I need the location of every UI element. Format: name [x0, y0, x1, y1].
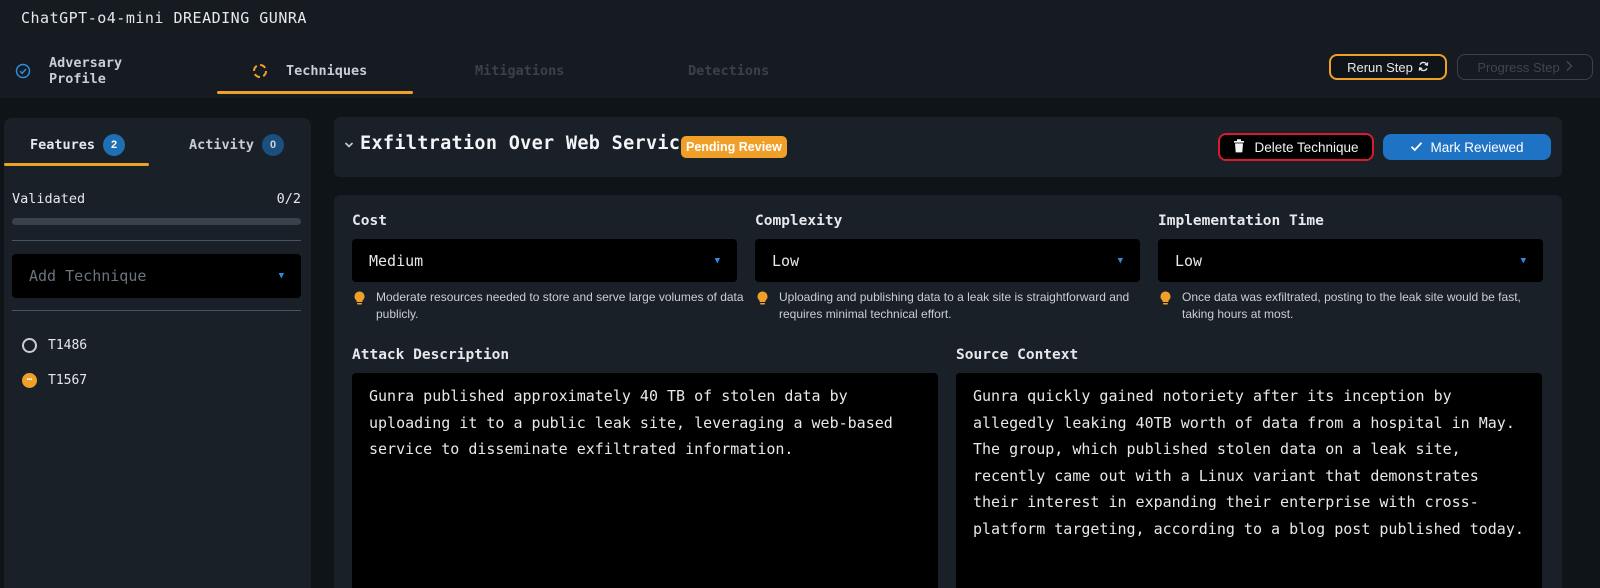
- rerun-step-button[interactable]: Rerun Step: [1329, 54, 1447, 80]
- cost-hint: Moderate resources needed to store and s…: [354, 289, 744, 323]
- tab-detections[interactable]: Detections: [688, 44, 769, 98]
- implementation-time-select[interactable]: Low ▼: [1158, 239, 1543, 282]
- caret-down-icon: ▼: [1117, 255, 1123, 266]
- active-tab-indicator: [217, 91, 413, 94]
- trash-icon: [1233, 138, 1245, 156]
- tab-mitigations[interactable]: Mitigations: [475, 44, 564, 98]
- chevron-down-icon[interactable]: [344, 138, 354, 152]
- source-context-textarea: Gunra quickly gained notoriety after its…: [956, 373, 1542, 588]
- loading-spinner-icon: [252, 63, 268, 79]
- complexity-label: Complexity: [755, 213, 843, 229]
- status-empty-circle-icon: [22, 338, 37, 353]
- technique-details: Cost Medium ▼ Moderate resources needed …: [334, 195, 1562, 588]
- checkmark-icon: [1410, 140, 1423, 155]
- status-pending-icon: ⋯: [22, 373, 37, 388]
- add-technique-placeholder: Add Technique: [29, 267, 147, 285]
- lightbulb-icon: [354, 291, 366, 323]
- validated-count: 0/2: [276, 191, 301, 207]
- caret-down-icon: ▼: [278, 271, 284, 281]
- check-circle-icon: [15, 63, 31, 79]
- cost-select[interactable]: Medium ▼: [352, 239, 737, 282]
- sidebar-tab-label: Features: [30, 137, 96, 153]
- technique-title: Exfiltration Over Web Service: [360, 133, 692, 154]
- lightbulb-icon: [1160, 291, 1172, 323]
- implementation-time-label: Implementation Time: [1158, 213, 1324, 229]
- attack-description-textarea[interactable]: Gunra published approximately 40 TB of s…: [352, 373, 938, 588]
- divider: [12, 310, 301, 311]
- tab-label: Adversary Profile: [49, 55, 123, 87]
- progress-step-button[interactable]: Progress Step: [1457, 54, 1593, 80]
- validated-summary: Validated 0/2: [12, 191, 301, 207]
- sidebar-tab-features[interactable]: Features 2: [30, 130, 126, 160]
- sidebar-tab-activity[interactable]: Activity 0: [189, 130, 285, 160]
- status-badge: Pending Review: [681, 136, 787, 158]
- features-count-badge: 2: [103, 134, 126, 156]
- refresh-icon: [1418, 60, 1429, 75]
- app-title: ChatGPT-o4-mini DREADING GUNRA: [21, 9, 307, 27]
- add-technique-select[interactable]: Add Technique ▼: [12, 254, 301, 298]
- lightbulb-icon: [757, 291, 769, 323]
- active-sidebar-tab-indicator: [4, 163, 149, 166]
- delete-technique-label: Delete Technique: [1254, 139, 1359, 155]
- chevron-right-icon: [1565, 60, 1573, 75]
- technique-id: T1567: [48, 373, 88, 388]
- sidebar-tab-label: Activity: [189, 137, 255, 153]
- complexity-select[interactable]: Low ▼: [755, 239, 1140, 282]
- top-bar: ChatGPT-o4-mini DREADING GUNRA Adversary…: [0, 0, 1600, 98]
- mark-reviewed-button[interactable]: Mark Reviewed: [1383, 134, 1551, 160]
- technique-header: Exfiltration Over Web Service Pending Re…: [334, 117, 1562, 177]
- source-context-label: Source Context: [956, 347, 1079, 363]
- technique-list-item[interactable]: ⋯ T1567: [22, 373, 87, 388]
- technique-list-item[interactable]: T1486: [22, 338, 87, 353]
- cost-hint-text: Moderate resources needed to store and s…: [376, 290, 744, 321]
- implementation-time-value: Low: [1175, 251, 1203, 270]
- rerun-step-label: Rerun Step: [1347, 59, 1413, 75]
- complexity-hint: Uploading and publishing data to a leak …: [757, 289, 1147, 323]
- technique-id: T1486: [48, 338, 88, 353]
- complexity-value: Low: [772, 251, 800, 270]
- validated-label: Validated: [12, 191, 86, 207]
- progress-step-label: Progress Step: [1477, 59, 1560, 75]
- tab-techniques[interactable]: Techniques: [252, 44, 367, 98]
- tab-label: Mitigations: [475, 63, 565, 79]
- activity-count-badge: 0: [262, 134, 285, 156]
- cost-label: Cost: [352, 213, 387, 229]
- validated-progress-bar: [12, 218, 301, 225]
- tab-adversary-profile[interactable]: Adversary Profile: [15, 44, 122, 98]
- complexity-hint-text: Uploading and publishing data to a leak …: [779, 290, 1130, 321]
- mark-reviewed-label: Mark Reviewed: [1430, 139, 1524, 155]
- sidebar: Features 2 Activity 0 Validated 0/2 Add …: [4, 118, 311, 588]
- implementation-time-hint-text: Once data was exfiltrated, posting to th…: [1182, 290, 1521, 321]
- tab-label: Techniques: [286, 63, 368, 79]
- attack-description-label: Attack Description: [352, 347, 510, 363]
- cost-value: Medium: [369, 251, 424, 270]
- tab-label: Detections: [688, 63, 770, 79]
- caret-down-icon: ▼: [714, 255, 720, 266]
- implementation-time-hint: Once data was exfiltrated, posting to th…: [1160, 289, 1550, 323]
- divider: [12, 240, 301, 241]
- caret-down-icon: ▼: [1520, 255, 1526, 266]
- delete-technique-button[interactable]: Delete Technique: [1218, 133, 1374, 161]
